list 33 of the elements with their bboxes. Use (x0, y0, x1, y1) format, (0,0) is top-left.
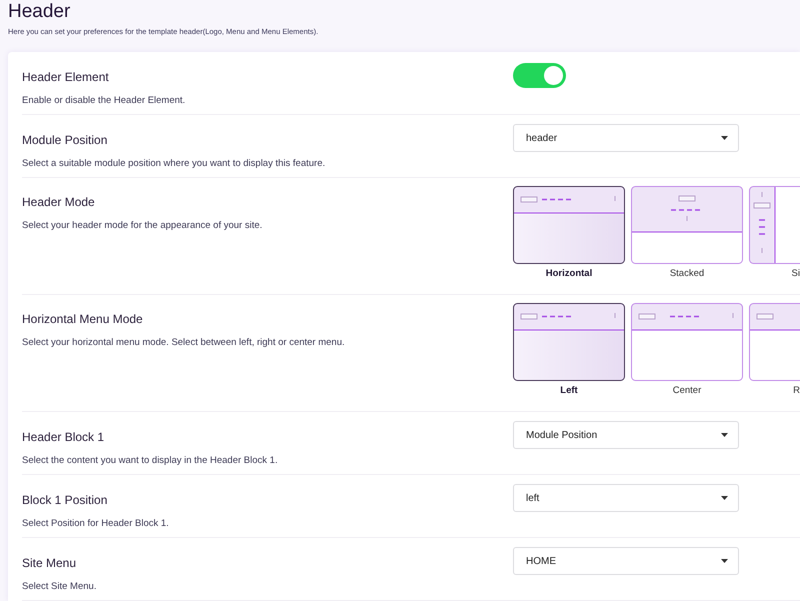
setting-label: Module Position (22, 133, 108, 147)
dropdown-select[interactable]: header (513, 124, 739, 152)
toggle-switch[interactable] (513, 63, 566, 88)
dropdown-select[interactable]: HOME (513, 547, 739, 575)
setting-description: Select a suitable module position where you want to display this feature. (22, 158, 326, 169)
setting-description: Select your horizontal menu mode. Select between left, right or center menu. (22, 337, 346, 348)
layout-preview-drawing[interactable] (513, 303, 625, 381)
layout-option-label[interactable]: Horizontal (546, 268, 592, 279)
caret-icon (721, 433, 728, 437)
setting-label: Header Block 1 (22, 430, 106, 444)
layout-option-label[interactable]: R (793, 385, 800, 396)
setting-description: Enable or disable the Header Element. (22, 95, 186, 106)
page-title: Header (8, 0, 72, 24)
caret-icon (721, 496, 728, 500)
layout-option-label[interactable]: Si (792, 268, 800, 279)
layout-preview-drawing[interactable] (513, 186, 625, 264)
dropdown-select[interactable]: Module Position (513, 421, 739, 449)
layout-option-label[interactable]: Stacked (670, 268, 704, 279)
dropdown-select[interactable]: left (513, 484, 739, 512)
setting-description: Select your header mode for the appearance of your site. (22, 220, 264, 231)
caret-icon (721, 136, 728, 140)
layout-option-label[interactable]: Center (672, 385, 702, 396)
setting-label: Block 1 Position (22, 493, 108, 507)
setting-label: Horizontal Menu Mode (22, 312, 144, 326)
layout-option-label[interactable]: Left (560, 385, 578, 396)
setting-label: Header Mode (22, 195, 96, 209)
caret-icon (721, 559, 728, 563)
setting-label: Header Element (22, 70, 110, 84)
setting-description: Select Site Menu. (22, 581, 98, 592)
setting-label: Site Menu (22, 556, 78, 570)
setting-description: Select Position for Header Block 1. (22, 518, 170, 529)
setting-description: Select the content you want to display in the Header Block 1. (22, 455, 279, 466)
layout-preview-drawing[interactable] (749, 186, 800, 264)
